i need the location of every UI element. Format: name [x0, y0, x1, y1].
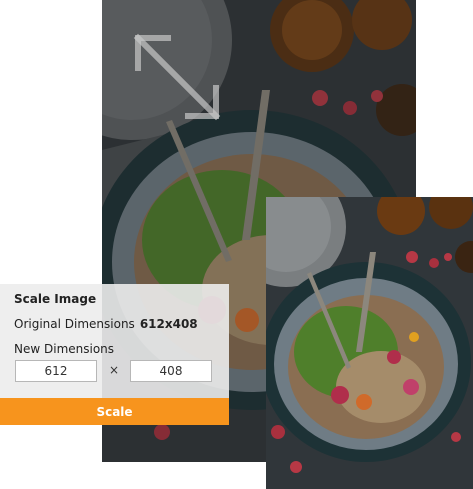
original-dimensions-row: Original Dimensions 612x408 [14, 317, 198, 331]
resize-arrows-icon [128, 28, 228, 128]
new-dimensions-label: New Dimensions [14, 342, 115, 356]
width-input[interactable] [15, 360, 97, 382]
panel-title: Scale Image [14, 292, 97, 306]
times-sign: × [109, 363, 120, 377]
scale-button[interactable]: Scale [0, 398, 229, 425]
original-dimensions-label: Original Dimensions [14, 317, 135, 331]
height-input[interactable] [130, 360, 212, 382]
original-dimensions-value: 612x408 [139, 317, 198, 331]
scaled-preview-photo [266, 197, 473, 489]
scale-image-panel: Scale Image Original Dimensions 612x408 N… [0, 284, 229, 425]
